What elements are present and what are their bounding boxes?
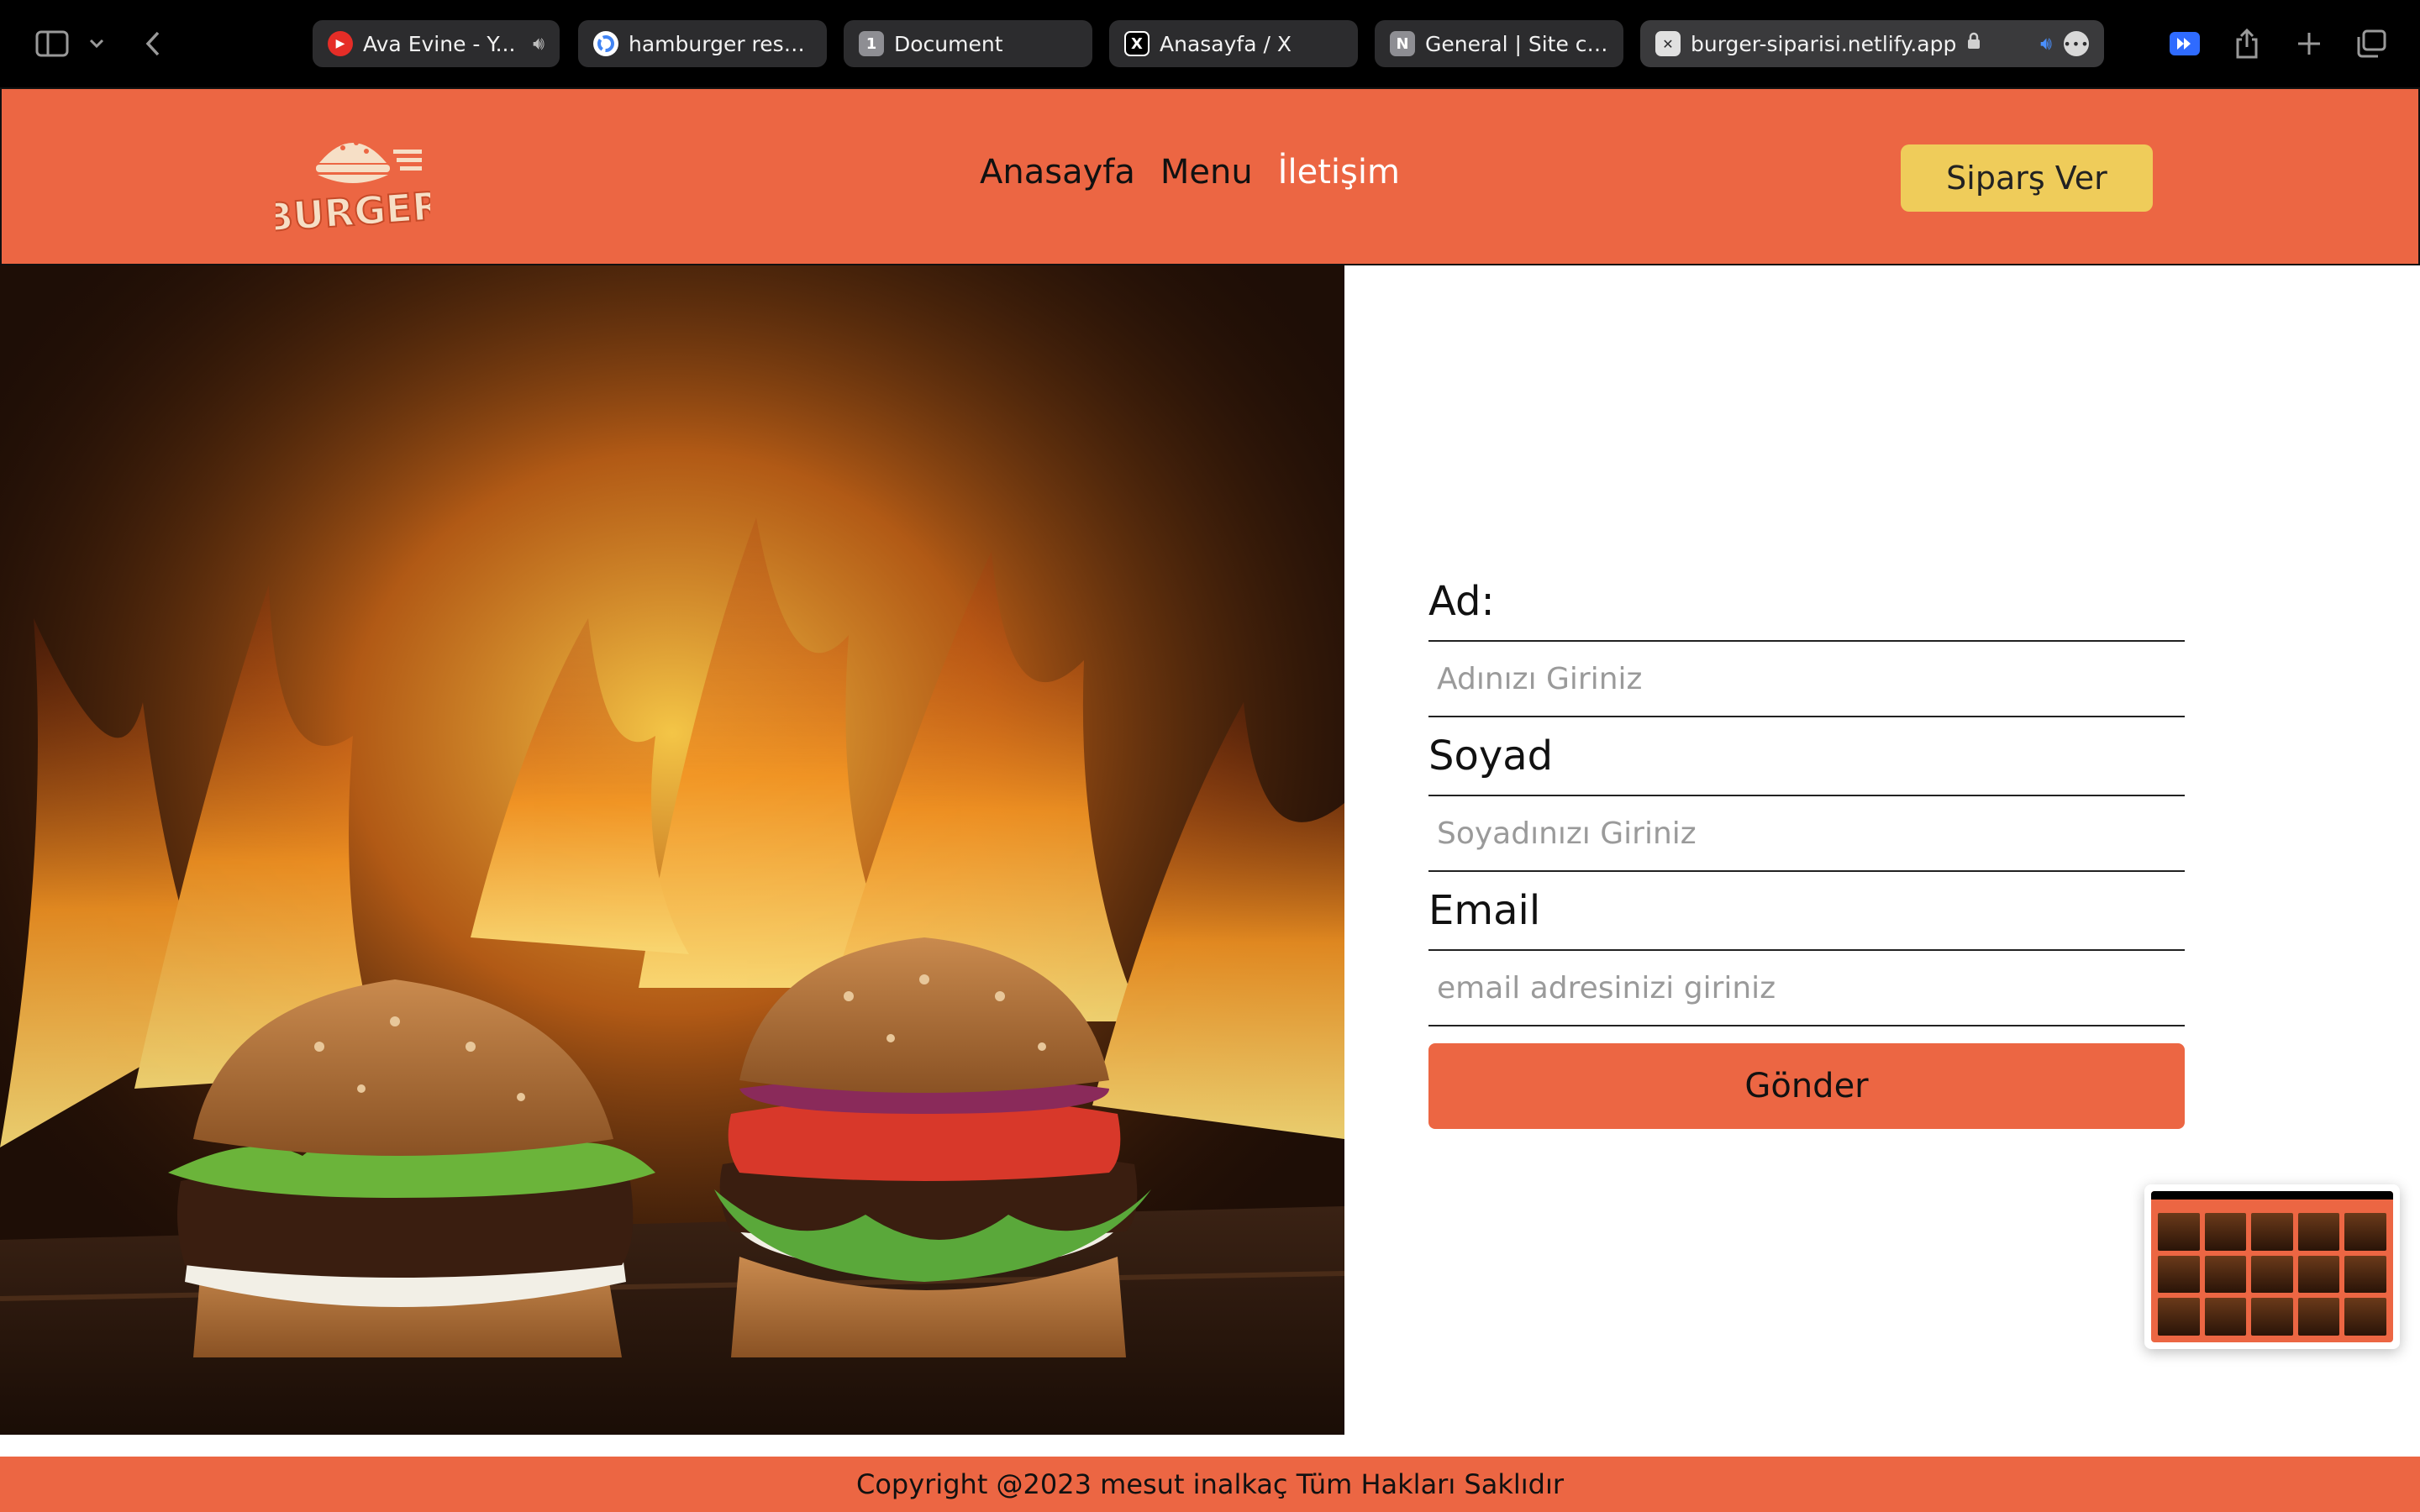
surname-input[interactable] (1428, 795, 2185, 872)
copyright-text: Copyright @2023 mesut inalkaç Tüm Haklar… (856, 1468, 1564, 1500)
speaker-icon[interactable]: 🔊︎ (2040, 34, 2052, 55)
site-footer: Copyright @2023 mesut inalkaç Tüm Haklar… (0, 1457, 2420, 1512)
page-preview-thumbnail[interactable] (2144, 1184, 2400, 1349)
more-options-icon[interactable]: ••• (2063, 31, 2089, 56)
browser-tab[interactable]: 1 Document (844, 20, 1092, 67)
google-icon (593, 31, 618, 56)
tab-title: General | Site con... (1425, 31, 1608, 56)
netlify-n-icon: N (1390, 31, 1415, 56)
browser-tab[interactable]: N General | Site con... (1375, 20, 1623, 67)
site-header: BURGER Anasayfa Menu İletişim Siparş Ver (0, 87, 2420, 265)
browser-tab-active[interactable]: ✕ burger-siparisi.netlify.app 🔊︎ ••• (1640, 20, 2104, 67)
new-tab-plus-icon[interactable] (2292, 22, 2326, 66)
back-arrow-icon[interactable] (138, 22, 168, 66)
burger-logo[interactable]: BURGER (261, 114, 445, 241)
number-1-icon: 1 (859, 31, 884, 56)
tab-title: Ava Evine - Y... (363, 31, 516, 56)
speaker-icon[interactable]: 🔊︎ (533, 34, 544, 55)
main-nav: Anasayfa Menu İletişim (980, 153, 1400, 192)
tab-title: hamburger resmi... (629, 31, 812, 56)
nav-link-contact[interactable]: İletişim (1278, 153, 1400, 192)
order-form: Ad: Soyad Email Gönder (1428, 563, 2185, 1129)
submit-button[interactable]: Gönder (1428, 1043, 2185, 1129)
tab-title: Document (894, 31, 1003, 56)
lock-icon (1966, 32, 1981, 55)
extension-icon[interactable] (2166, 22, 2203, 66)
order-button[interactable]: Siparş Ver (1901, 144, 2153, 212)
name-input[interactable] (1428, 640, 2185, 717)
browser-tab[interactable]: X Anasayfa / X (1109, 20, 1358, 67)
share-icon[interactable] (2230, 22, 2264, 66)
email-label: Email (1428, 887, 1541, 934)
tab-title: burger-siparisi.netlify.app (1691, 31, 1957, 56)
browser-toolbar: ▶ Ava Evine - Y... 🔊︎ hamburger resmi...… (0, 0, 2420, 87)
nav-link-home[interactable]: Anasayfa (980, 153, 1135, 192)
chevron-down-icon[interactable] (84, 22, 109, 66)
close-x-icon[interactable]: ✕ (1655, 31, 1681, 56)
browser-tab[interactable]: hamburger resmi... (578, 20, 827, 67)
tab-overview-icon[interactable] (2354, 22, 2388, 66)
x-icon: X (1124, 31, 1150, 56)
sidebar-toggle-icon[interactable] (32, 22, 72, 66)
email-input[interactable] (1428, 949, 2185, 1026)
svg-text:BURGER: BURGER (276, 183, 430, 240)
surname-label: Soyad (1428, 732, 1554, 780)
tab-title: Anasayfa / X (1160, 31, 1292, 56)
browser-tab[interactable]: ▶ Ava Evine - Y... 🔊︎ (313, 20, 560, 67)
youtube-music-icon: ▶ (328, 31, 353, 56)
name-label: Ad: (1428, 578, 1495, 625)
hero-burger-image (0, 265, 1344, 1435)
nav-link-menu[interactable]: Menu (1160, 153, 1253, 192)
